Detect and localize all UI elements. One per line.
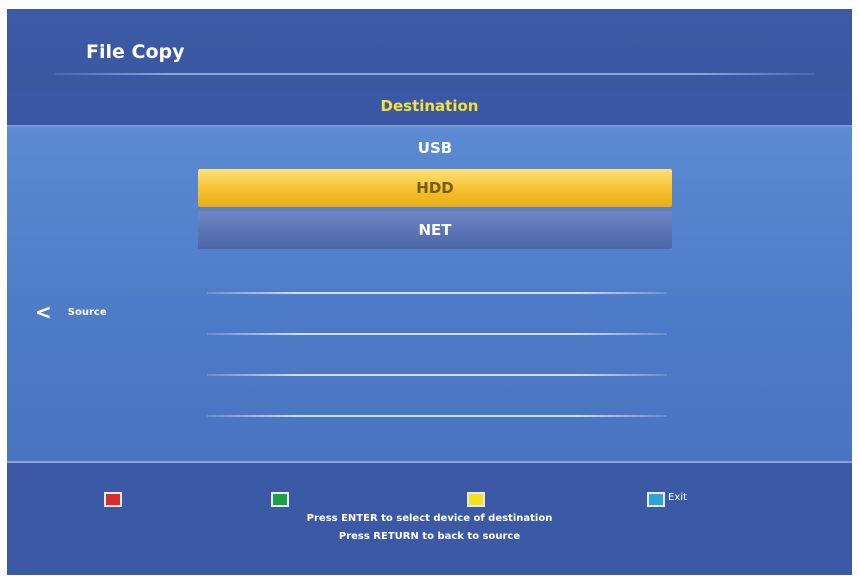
yellow-key-icon[interactable] xyxy=(467,492,485,507)
source-label: Source xyxy=(67,306,107,318)
destination-label: Destination xyxy=(380,97,479,115)
destination-item-usb[interactable]: USB xyxy=(198,129,672,167)
hint-enter: Press ENTER to select device of destinat… xyxy=(306,513,553,524)
destination-item-hdd[interactable]: HDD xyxy=(198,169,672,207)
chevron-left-icon: < xyxy=(35,300,52,324)
source-nav-button[interactable]: < Source xyxy=(35,301,107,323)
footer: Exit Press ENTER to select device of des… xyxy=(7,461,852,575)
exit-label: Exit xyxy=(668,492,687,503)
tv-screen: File Copy Destination USB HDD NET < Sour… xyxy=(7,9,852,575)
blue-key-icon[interactable] xyxy=(647,492,665,507)
header: File Copy xyxy=(7,9,852,91)
green-key-icon[interactable] xyxy=(271,492,289,507)
empty-row-divider xyxy=(207,374,667,376)
red-key-icon[interactable] xyxy=(104,492,122,507)
destination-panel: USB HDD NET < Source xyxy=(7,127,852,461)
empty-row-divider xyxy=(207,292,667,294)
title-divider xyxy=(55,73,815,75)
destination-header: Destination xyxy=(7,91,852,127)
destination-item-net[interactable]: NET xyxy=(198,211,672,249)
empty-row-divider xyxy=(207,333,667,335)
empty-row-divider xyxy=(207,415,667,417)
page-title: File Copy xyxy=(86,41,185,63)
hint-return: Press RETURN to back to source xyxy=(338,531,521,542)
